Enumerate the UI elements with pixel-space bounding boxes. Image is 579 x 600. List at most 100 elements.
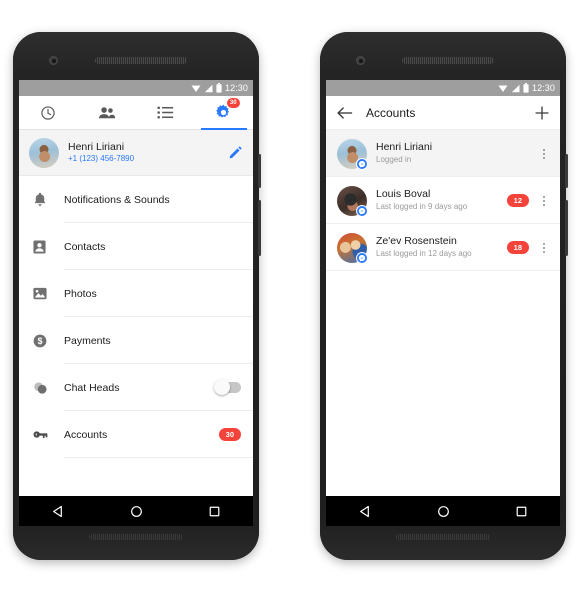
overflow-menu-icon[interactable] bbox=[538, 242, 550, 253]
screen-right: 12:30 Accounts Henri Liriani Logged in L… bbox=[326, 80, 560, 500]
account-name: Ze'ev Rosenstein bbox=[376, 235, 457, 248]
status-bar-left: 12:30 bbox=[19, 80, 253, 96]
chatheads-icon bbox=[33, 381, 64, 395]
settings-label: Photos bbox=[64, 287, 97, 300]
tab-threads[interactable] bbox=[136, 96, 195, 129]
bell-icon bbox=[33, 192, 64, 207]
messenger-badge-icon bbox=[356, 251, 368, 264]
account-text: Ze'ev Rosenstein Last logged in 12 days … bbox=[376, 235, 498, 259]
home-circle-icon[interactable] bbox=[130, 505, 143, 518]
settings-label: Notifications & Sounds bbox=[64, 193, 170, 206]
tab-bar: 30 bbox=[19, 96, 253, 130]
recents-square-icon[interactable] bbox=[515, 505, 528, 518]
profile-row[interactable]: Henri Liriani +1 (123) 456-7890 bbox=[19, 130, 253, 176]
settings-row-chat-heads[interactable]: Chat Heads bbox=[19, 364, 253, 411]
settings-list: Notifications & Sounds Contacts Photos $… bbox=[19, 176, 253, 500]
volume-button[interactable] bbox=[258, 200, 261, 256]
overflow-menu-icon[interactable] bbox=[538, 148, 550, 159]
account-status: Last logged in 12 days ago bbox=[376, 249, 472, 259]
unread-badge: 12 bbox=[506, 193, 529, 208]
tab-recents[interactable] bbox=[19, 96, 78, 129]
settings-row-notifications[interactable]: Notifications & Sounds bbox=[19, 176, 253, 223]
wifi-icon bbox=[498, 85, 508, 92]
status-bar-right: 12:30 bbox=[326, 80, 560, 96]
svg-text:$: $ bbox=[38, 336, 43, 346]
photo-icon bbox=[33, 287, 64, 300]
avatar bbox=[337, 185, 368, 217]
android-nav-bar-right bbox=[326, 496, 560, 526]
phone-device-right: 12:30 Accounts Henri Liriani Logged in L… bbox=[320, 32, 568, 560]
toggle-knob bbox=[214, 379, 230, 395]
payments-icon: $ bbox=[33, 334, 64, 348]
bottom-speaker bbox=[396, 534, 490, 540]
contact-icon bbox=[33, 240, 64, 254]
account-text: Louis Boval Last logged in 9 days ago bbox=[376, 188, 498, 212]
screenshot-stage: 12:30 30 Henri Liriani +1 (123) 456-7890… bbox=[0, 0, 579, 600]
arrow-back-icon[interactable] bbox=[337, 106, 353, 120]
battery-icon bbox=[216, 83, 222, 93]
account-row[interactable]: Henri Liriani Logged in bbox=[326, 130, 560, 177]
divider bbox=[326, 270, 560, 271]
app-bar: Accounts bbox=[326, 96, 560, 130]
account-status: Logged in bbox=[376, 155, 412, 165]
account-row[interactable]: Ze'ev Rosenstein Last logged in 12 days … bbox=[326, 224, 560, 271]
signal-icon bbox=[204, 84, 213, 92]
earpiece-speaker bbox=[95, 57, 187, 64]
volume-button[interactable] bbox=[565, 200, 568, 256]
front-camera-icon bbox=[356, 56, 365, 65]
avatar bbox=[337, 138, 368, 170]
unread-badge: 18 bbox=[506, 240, 529, 255]
key-icon bbox=[33, 429, 64, 440]
status-time: 12:30 bbox=[531, 83, 555, 93]
bottom-speaker bbox=[89, 534, 183, 540]
accounts-badge: 30 bbox=[218, 427, 241, 442]
screen-left: 12:30 30 Henri Liriani +1 (123) 456-7890… bbox=[19, 80, 253, 500]
earpiece-speaker bbox=[402, 57, 494, 64]
settings-label: Contacts bbox=[64, 240, 106, 253]
battery-icon bbox=[523, 83, 529, 93]
account-name: Louis Boval bbox=[376, 188, 431, 201]
settings-row-contacts[interactable]: Contacts bbox=[19, 223, 253, 270]
settings-label: Accounts bbox=[64, 428, 108, 441]
list-icon bbox=[157, 106, 173, 119]
avatar bbox=[337, 232, 368, 264]
profile-phone: +1 (123) 456-7890 bbox=[68, 153, 135, 163]
profile-text: Henri Liriani +1 (123) 456-7890 bbox=[68, 141, 219, 165]
account-row[interactable]: Louis Boval Last logged in 9 days ago 12 bbox=[326, 177, 560, 224]
power-button[interactable] bbox=[258, 154, 261, 188]
settings-label: Chat Heads bbox=[64, 381, 120, 394]
messenger-badge-icon bbox=[356, 157, 368, 170]
account-name: Henri Liriani bbox=[376, 141, 433, 154]
accounts-list: Henri Liriani Logged in Louis Boval Last… bbox=[326, 130, 560, 500]
phone-device-left: 12:30 30 Henri Liriani +1 (123) 456-7890… bbox=[13, 32, 261, 560]
settings-label: Payments bbox=[64, 334, 111, 347]
pencil-icon[interactable] bbox=[228, 145, 243, 160]
tab-active-underline bbox=[200, 128, 247, 130]
account-text: Henri Liriani Logged in bbox=[376, 141, 529, 165]
clock-icon bbox=[41, 105, 55, 120]
settings-row-payments[interactable]: $ Payments bbox=[19, 317, 253, 364]
tab-settings[interactable]: 30 bbox=[195, 96, 254, 130]
home-circle-icon[interactable] bbox=[437, 505, 450, 518]
back-triangle-icon[interactable] bbox=[52, 505, 65, 518]
settings-tab-badge: 30 bbox=[226, 98, 240, 108]
status-time: 12:30 bbox=[224, 83, 248, 93]
settings-row-accounts[interactable]: Accounts 30 bbox=[19, 411, 253, 458]
tab-people[interactable] bbox=[78, 96, 137, 129]
page-title: Accounts bbox=[366, 105, 416, 120]
chat-heads-toggle[interactable] bbox=[214, 379, 241, 395]
recents-square-icon[interactable] bbox=[208, 505, 221, 518]
plus-icon[interactable] bbox=[535, 105, 549, 120]
power-button[interactable] bbox=[565, 154, 568, 188]
android-nav-bar-left bbox=[19, 496, 253, 526]
front-camera-icon bbox=[49, 56, 58, 65]
back-triangle-icon[interactable] bbox=[359, 505, 372, 518]
people-icon bbox=[98, 106, 115, 118]
account-status: Last logged in 9 days ago bbox=[376, 202, 468, 212]
settings-row-photos[interactable]: Photos bbox=[19, 270, 253, 317]
divider bbox=[64, 457, 253, 458]
messenger-badge-icon bbox=[356, 204, 368, 217]
overflow-menu-icon[interactable] bbox=[538, 195, 550, 206]
wifi-icon bbox=[191, 85, 201, 92]
profile-name: Henri Liriani bbox=[68, 140, 125, 153]
